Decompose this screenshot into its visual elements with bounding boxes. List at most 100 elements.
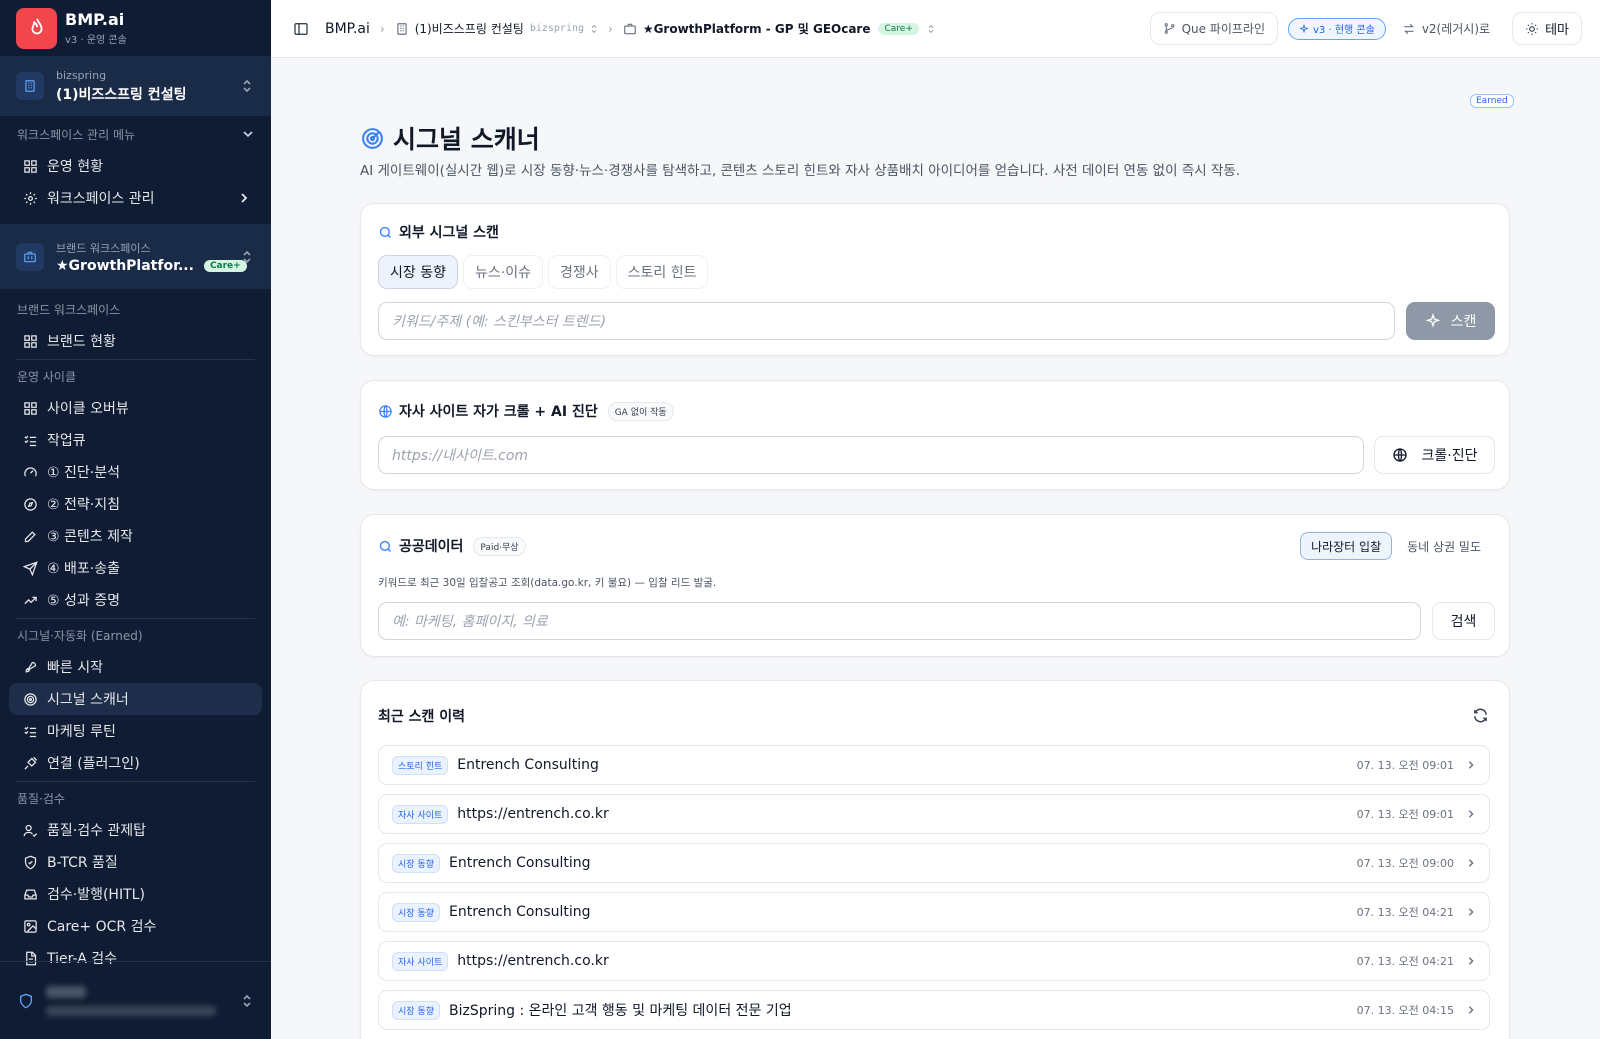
crawl-diagnose-button[interactable]: 크롤·진단	[1374, 436, 1495, 474]
main-content: Earned 시그널 스캐너 AI 게이트웨이(실시간 웹)로 시장 동향·뉴스…	[271, 58, 1600, 1039]
sidebar-item-label: 워크스페이스 관리	[47, 191, 155, 207]
gear-icon	[22, 190, 38, 206]
brand-workspace-switcher[interactable]: 브랜드 워크스페이스 ★GrowthPlatfor... Care+	[0, 224, 271, 289]
toggle-local-density[interactable]: 동네 상권 밀도	[1396, 532, 1492, 560]
trend-icon	[22, 592, 38, 608]
branch-icon	[1163, 22, 1176, 35]
page-title: 시그널 스캐너	[393, 125, 540, 154]
history-row[interactable]: 자사 사이트 https://entrench.co.kr 07. 13. 오전…	[378, 794, 1490, 834]
version-label: v3 · 현행 콘솔	[1313, 25, 1375, 36]
sidebar-item-label: 사이클 오버뷰	[47, 401, 129, 417]
swap-icon	[1402, 22, 1416, 36]
sidebar-item-ocr[interactable]: Care+ OCR 검수	[0, 910, 271, 942]
scan-target: https://entrench.co.kr	[457, 953, 609, 969]
flame-logo-icon[interactable]	[16, 7, 57, 49]
version-pill[interactable]: v3 · 현행 콘솔	[1288, 17, 1386, 40]
compass-icon	[22, 496, 38, 512]
sidebar-toggle-icon[interactable]	[293, 21, 309, 37]
scan-target: BizSpring : 온라인 고객 행동 및 마케팅 데이터 전문 기업	[448, 1003, 792, 1019]
chevron-down-icon	[243, 131, 253, 138]
sidebar-item-label: 운영 현황	[47, 159, 103, 175]
history-row[interactable]: 스토리 힌트 Entrench Consulting 07. 13. 오전 09…	[378, 745, 1490, 785]
card-title: 자사 사이트 자가 크롤 + AI 진단 GA 없이 작동	[378, 401, 674, 421]
scan-type-badge: 스토리 힌트	[392, 755, 449, 775]
sidebar-item-label: 연결 (플러그인)	[47, 756, 140, 772]
chevron-right-icon	[1467, 955, 1475, 967]
tab-market-trends[interactable]: 시장 동향	[378, 255, 458, 289]
sidebar-item-marketing-routine[interactable]: 마케팅 루틴	[0, 715, 271, 747]
user-account-menu[interactable]	[0, 961, 271, 1039]
search-label: 검색	[1450, 614, 1477, 630]
no-ga-badge: GA 없이 작동	[607, 401, 674, 421]
sidebar-item-ops-status[interactable]: 운영 현황	[0, 150, 271, 182]
chevron-right-icon	[1467, 759, 1475, 771]
chevron-updown-icon[interactable]	[927, 23, 935, 35]
sidebar-item-cycle-overview[interactable]: 사이클 오버뷰	[0, 392, 271, 424]
chevron-right-icon: ›	[379, 21, 385, 36]
theme-button[interactable]: 테마	[1512, 12, 1582, 45]
scan-button[interactable]: 스캔	[1406, 302, 1495, 340]
history-row[interactable]: 자사 사이트 https://entrench.co.kr 07. 13. 오전…	[378, 941, 1490, 981]
sidebar-item-btcr[interactable]: B-TCR 품질	[0, 846, 271, 878]
scan-time: 07. 13. 오전 04:21	[1356, 906, 1454, 919]
brand-workspace-label: 브랜드 워크스페이스	[56, 241, 151, 255]
chevron-right-icon	[1467, 906, 1475, 918]
sidebar-item-hitl[interactable]: 검수·발행(HITL)	[0, 878, 271, 910]
sidebar-item-label: ② 전략·지침	[47, 497, 120, 513]
workspace-switcher[interactable]: bizspring (1)비즈스프링 컨설팅	[0, 56, 271, 116]
pipeline-button[interactable]: Que 파이프라인	[1149, 12, 1279, 45]
section-workspace-mgmt[interactable]: 워크스페이스 관리 메뉴	[0, 118, 271, 150]
sidebar-item-content[interactable]: ③ 콘텐츠 제작	[0, 520, 271, 552]
sidebar-item-performance[interactable]: ⑤ 성과 증명	[0, 584, 271, 616]
card-title-text: 공공데이터	[399, 539, 464, 555]
chevron-right-icon	[241, 193, 248, 203]
tab-news[interactable]: 뉴스·이슈	[462, 255, 543, 289]
toggle-bid-notices[interactable]: 나라장터 입찰	[1300, 532, 1393, 560]
scan-type-badge: 시장 동향	[392, 1000, 440, 1020]
send-icon	[22, 560, 38, 576]
history-row[interactable]: 시장 동향 BizSpring : 온라인 고객 행동 및 마케팅 데이터 전문…	[378, 990, 1490, 1030]
history-row[interactable]: 시장 동향 Entrench Consulting 07. 13. 오전 09:…	[378, 843, 1490, 883]
refresh-icon[interactable]	[1472, 707, 1489, 724]
image-icon	[22, 918, 38, 934]
grid-icon	[22, 400, 38, 416]
chevron-right-icon	[1467, 808, 1475, 820]
public-keyword-input[interactable]: 예: 마케팅, 홈페이지, 의료	[378, 602, 1421, 640]
sidebar-item-strategy[interactable]: ② 전략·지침	[0, 488, 271, 520]
breadcrumb-org[interactable]: (1)비즈스프링 컨설팅	[415, 20, 524, 37]
sidebar-item-qa-tower[interactable]: 품질·검수 관제탑	[0, 814, 271, 846]
breadcrumb-root[interactable]: BMP.ai	[325, 21, 370, 37]
sidebar-item-work-queue[interactable]: 작업큐	[0, 424, 271, 456]
briefcase-icon	[16, 242, 44, 271]
sidebar-item-distribution[interactable]: ④ 배포·송출	[0, 552, 271, 584]
sidebar-item-diagnosis[interactable]: ① 진단·분석	[0, 456, 271, 488]
list-check-icon	[22, 723, 38, 739]
chevron-updown-icon[interactable]	[590, 23, 598, 35]
app-title: BMP.ai	[65, 10, 125, 29]
legacy-link[interactable]: v2(레거시)로	[1402, 20, 1490, 37]
earned-badge: Earned	[1470, 94, 1514, 108]
scan-type-badge: 시장 동향	[392, 853, 440, 873]
sidebar-item-signal-scanner[interactable]: 시그널 스캐너	[9, 683, 262, 715]
pipeline-label: Que 파이프라인	[1181, 22, 1266, 36]
sidebar-item-quick-start[interactable]: 빠른 시작	[0, 651, 271, 683]
sidebar-item-label: ① 진단·분석	[47, 465, 120, 481]
history-row[interactable]: 시장 동향 Entrench Consulting 07. 13. 오전 04:…	[378, 892, 1490, 932]
grid-icon	[22, 158, 38, 174]
sidebar-item-label: ④ 배포·송출	[47, 561, 120, 577]
sidebar-item-label: 마케팅 루틴	[47, 724, 116, 740]
sidebar-item-workspace-mgmt[interactable]: 워크스페이스 관리	[0, 182, 271, 214]
building-icon	[395, 22, 409, 36]
tab-story-hints[interactable]: 스토리 힌트	[615, 255, 709, 289]
radar-icon	[360, 126, 385, 151]
keyword-input[interactable]: 키워드/주제 (예: 스킨부스터 트렌드)	[378, 302, 1395, 340]
tab-competitors[interactable]: 경쟁사	[547, 255, 611, 289]
scan-type-tabs: 시장 동향 뉴스·이슈 경쟁사 스토리 힌트	[378, 255, 709, 289]
section-label: 워크스페이스 관리 메뉴	[17, 127, 136, 142]
search-button[interactable]: 검색	[1432, 602, 1495, 640]
scan-target: https://entrench.co.kr	[457, 806, 609, 822]
breadcrumb-brand[interactable]: ★GrowthPlatform - GP 및 GEOcare	[643, 20, 871, 37]
sidebar-item-plugins[interactable]: 연결 (플러그인)	[0, 747, 271, 779]
site-url-input[interactable]: https://내사이트.com	[378, 436, 1364, 474]
sidebar-item-brand-status[interactable]: 브랜드 현황	[0, 325, 271, 357]
